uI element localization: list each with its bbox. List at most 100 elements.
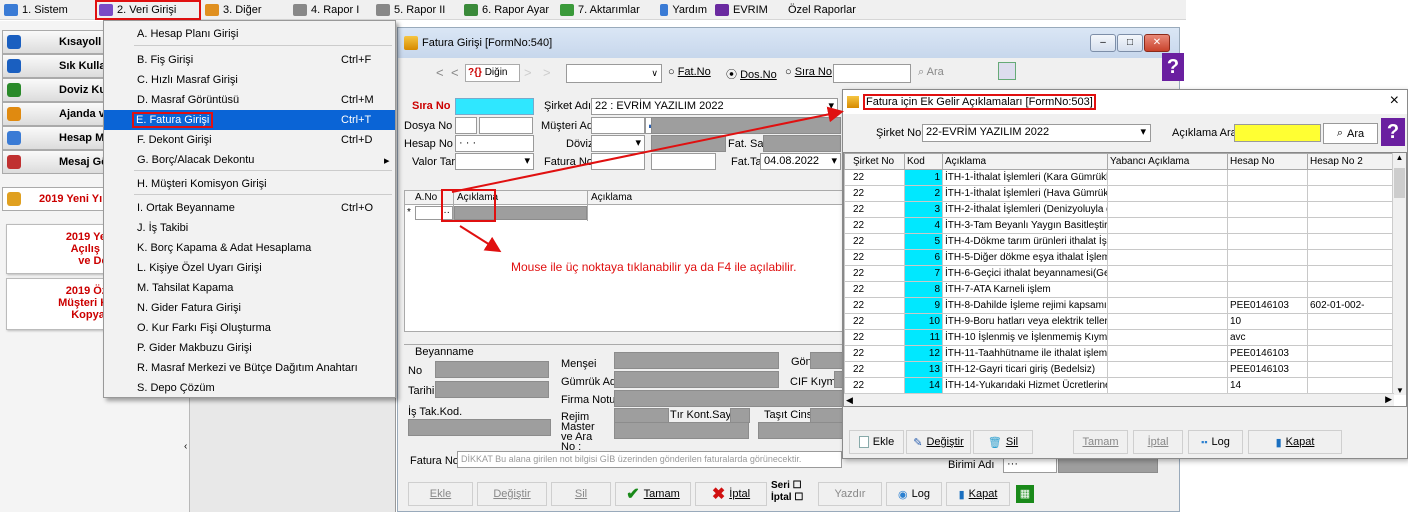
close-window-button[interactable]: ✕	[1144, 34, 1170, 52]
table-row[interactable]: 22 5 İTH-4-Dökme tarım ürünleri ithalat İş…	[844, 233, 1393, 250]
fatura-no-input[interactable]	[591, 153, 645, 170]
save-icon[interactable]	[998, 62, 1016, 80]
popup-ekle-button[interactable]: Ekle	[849, 430, 904, 454]
kapat-button[interactable]: ▮ Kapat	[946, 482, 1010, 506]
table-row[interactable]: 22 7 İTH-6-Geçici ithalat beyannamesi(Geç	[844, 265, 1393, 282]
menu-6[interactable]: 6. Rapor Ayar	[460, 0, 556, 20]
dropdown-item-8[interactable]: H. Müşteri Komisyon Girişi	[104, 174, 395, 194]
nav-first-icon[interactable]: <	[436, 65, 444, 80]
popup-kapat-button[interactable]: ▮ Kapat	[1248, 430, 1342, 454]
fatura-no-2-input[interactable]	[651, 153, 716, 170]
rejim-input[interactable]	[614, 408, 669, 423]
dropdown-item-13[interactable]: M. Tahsilat Kapama	[104, 278, 395, 298]
nav-last-icon[interactable]: >	[543, 65, 551, 80]
doviz-select[interactable]: ▾	[591, 135, 645, 152]
table-row[interactable]: 22 14 İTH-14-Yukarıdaki Hizmet Ücretlerine…	[844, 377, 1393, 394]
popup-column-header[interactable]: Yabancı Açıklama	[1107, 153, 1228, 170]
vertical-scrollbar[interactable]: ▲ ▼	[1392, 153, 1406, 395]
nav-combo[interactable]: ∨	[566, 64, 662, 83]
dropdown-item-10[interactable]: J. İş Takibi	[104, 218, 395, 238]
radio-sira-no[interactable]: ○ Sıra No	[785, 66, 832, 78]
table-row[interactable]: 22 4 İTH-3-Tam Beyanlı Yaygın Basitleştiri…	[844, 217, 1393, 234]
fat-tar-input[interactable]: 04.08.2022 ▾	[760, 153, 841, 170]
table-row[interactable]: 22 1 İTH-1-İthalat İşlemleri (Kara Gümrükl…	[844, 169, 1393, 186]
minimize-button[interactable]: –	[1090, 34, 1116, 52]
table-row[interactable]: 22 8 İTH-7-ATA Karneli işlem	[844, 281, 1393, 298]
dosya-no-input[interactable]	[479, 117, 533, 134]
gonderen-input[interactable]	[810, 352, 844, 369]
dropdown-item-9[interactable]: I. Ortak Beyanname Ctrl+O	[104, 198, 395, 218]
ara-no-input[interactable]	[758, 422, 844, 439]
table-row[interactable]: 22 11 İTH-10 İşlenmiş ve İşlenmemiş Kıymet…	[844, 329, 1393, 346]
master-no-input[interactable]	[614, 422, 749, 439]
dropdown-item-14[interactable]: N. Gider Fatura Girişi	[104, 298, 395, 318]
popup-tamam-button[interactable]: Tamam	[1073, 430, 1128, 454]
calculator-icon[interactable]: ▦	[1016, 485, 1034, 503]
popup-degistir-button[interactable]: ✎ Değiştir	[906, 430, 971, 454]
fatura-not-input[interactable]: DİKKAT Bu alana girilen not bilgisi GİB …	[457, 451, 842, 468]
dropdown-item-3[interactable]: C. Hızlı Masraf Girişi	[104, 70, 395, 90]
seri-iptal-checkboxes[interactable]: Seri ☐ İptal ☐	[771, 480, 803, 504]
popup-column-header[interactable]: Şirket No	[844, 153, 905, 170]
dropdown-item-15[interactable]: O. Kur Farkı Fişi Oluşturma	[104, 318, 395, 338]
menu-3[interactable]: 3. Diğer	[201, 0, 289, 20]
is-tak-kod-input[interactable]	[408, 419, 551, 436]
musteri-adi-input[interactable]	[591, 117, 645, 134]
beyanname-no-input[interactable]	[435, 361, 549, 378]
iptal-button[interactable]: ✖ İptal	[695, 482, 767, 506]
table-row[interactable]: 22 2 İTH-1-İthalat İşlemleri (Hava Gümrükl	[844, 185, 1393, 202]
yazdir-button[interactable]: Yazdır	[818, 482, 882, 506]
firma-notu-input[interactable]	[614, 390, 844, 407]
horizontal-scrollbar[interactable]: ◀ ▶	[844, 393, 1394, 406]
popup-sil-button[interactable]: 🗑 Sil	[973, 430, 1033, 454]
help-query-icon[interactable]: ?{}	[468, 67, 482, 78]
table-row[interactable]: 22 10 İTH-9-Boru hatları veya elektrik tel…	[844, 313, 1393, 330]
popup-sirket-select[interactable]: 22-EVRİM YAZILIM 2022 ▾	[922, 124, 1151, 142]
popup-column-header[interactable]: Hesap No	[1227, 153, 1308, 170]
log-button[interactable]: ◉ Log	[886, 482, 942, 506]
menu-8[interactable]: Yardım	[656, 0, 711, 20]
gumruk-adi-input[interactable]	[614, 371, 779, 388]
table-row[interactable]: 22 6 İTH-5-Diğer dökme eşya ithalat İşlemk	[844, 249, 1393, 266]
dropdown-item-12[interactable]: L. Kişiye Özel Uyarı Girişi	[104, 258, 395, 278]
menu-1[interactable]: 1. Sistem	[0, 0, 95, 20]
dropdown-item-16[interactable]: P. Gider Makbuzu Girişi	[104, 338, 395, 358]
nav-prev-icon[interactable]: <	[451, 65, 459, 80]
menu-2[interactable]: 2. Veri Girişi	[95, 0, 201, 20]
maximize-button[interactable]: □	[1117, 34, 1143, 52]
gutter-arrow-icon[interactable]: ‹	[184, 441, 187, 452]
popup-column-header[interactable]: Açıklama	[942, 153, 1108, 170]
dropdown-item-6[interactable]: F. Dekont Girişi Ctrl+D	[104, 130, 395, 150]
beyanname-tarihi-input[interactable]	[435, 381, 549, 398]
degistir-button[interactable]: Değiştir	[477, 482, 547, 506]
table-row[interactable]: 22 12 İTH-11-Taahhütname ile ithalat işlem…	[844, 345, 1393, 362]
dosya-no-prefix[interactable]	[455, 117, 477, 134]
tasit-cinsi-input[interactable]	[810, 408, 844, 423]
search-input[interactable]	[833, 64, 911, 83]
sirket-adi-select[interactable]: 22 : EVRİM YAZILIM 2022 ▾	[591, 98, 838, 115]
sira-no-input[interactable]	[455, 98, 534, 115]
hesap-no-input[interactable]: · · ·	[455, 135, 534, 152]
sil-button[interactable]: Sil	[551, 482, 611, 506]
dropdown-item-18[interactable]: S. Depo Çözüm	[104, 378, 395, 398]
help-button[interactable]: ?	[1162, 53, 1184, 81]
popup-ara-button[interactable]: ⌕ Ara	[1323, 123, 1378, 144]
dropdown-item-1[interactable]: A. Hesap Planı Girişi	[104, 24, 395, 44]
popup-column-header[interactable]: Hesap No 2	[1307, 153, 1393, 170]
ara-button[interactable]: ⌕ Ara	[918, 66, 944, 79]
nav-next-icon[interactable]: >	[524, 65, 532, 80]
dropdown-item-2[interactable]: B. Fiş Girişi Ctrl+F	[104, 50, 395, 70]
ekle-button[interactable]: Ekle	[408, 482, 473, 506]
aciklama-ara-input[interactable]	[1234, 124, 1321, 142]
table-row[interactable]: 22 3 İTH-2-İthalat İşlemleri (Denizyoluyla…	[844, 201, 1393, 218]
table-row[interactable]: 22 9 İTH-8-Dahilde İşleme rejimi kapsamınc…	[844, 297, 1393, 314]
tir-kont-input[interactable]	[730, 408, 750, 423]
dropdown-item-4[interactable]: D. Masraf Görüntüsü Ctrl+M	[104, 90, 395, 110]
dropdown-item-5[interactable]: E. Fatura Girişi Ctrl+T	[104, 110, 395, 130]
popup-iptal-button[interactable]: İptal	[1133, 430, 1183, 454]
dropdown-item-17[interactable]: R. Masraf Merkezi ve Bütçe Dağıtım Anaht…	[104, 358, 395, 378]
tamam-button[interactable]: ✔ Tamam	[615, 482, 691, 506]
radio-fat-no[interactable]: ○ Fat.No	[668, 66, 711, 78]
close-icon[interactable]: ×	[1390, 92, 1399, 110]
dropdown-item-11[interactable]: K. Borç Kapama & Adat Hesaplama	[104, 238, 395, 258]
